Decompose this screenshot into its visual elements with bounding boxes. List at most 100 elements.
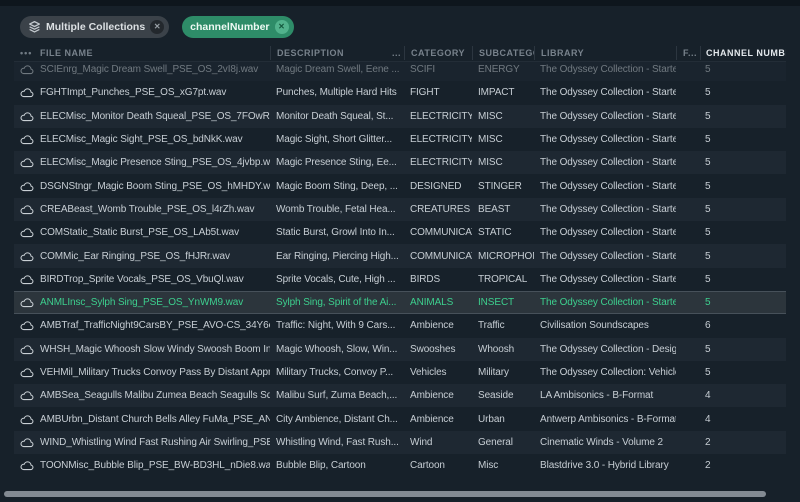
cloud-icon[interactable] [20,227,40,238]
cell-file-name: WIND_Whistling Wind Fast Rushing Air Swi… [40,431,270,454]
cell-category: COMMUNICATI... [404,221,472,244]
cell-description: Malibu Surf, Zuma Beach,... [270,384,404,407]
cell-file-name: WHSH_Magic Whoosh Slow Windy Swoosh Boom… [40,338,270,361]
filter-chip-label: Multiple Collections [46,21,145,33]
cloud-icon[interactable] [20,320,40,331]
cell-library: The Odyssey Collection - Starter [534,81,676,104]
table-row[interactable]: ELECMisc_Magic Presence Sting_PSE_OS_4jv… [14,151,786,174]
cloud-icon[interactable] [20,344,40,355]
cell-subcategory: General [472,431,534,454]
column-header-file-name[interactable]: FILE NAME [40,46,270,60]
cell-category: COMMUNICATI... [404,245,472,268]
table-row[interactable]: COMStatic_Static Burst_PSE_OS_LAb5t.wav … [14,221,786,244]
cell-channel-number: 4 [700,384,786,407]
table-row[interactable]: AMBSea_Seagulls Malibu Zumea Beach Seagu… [14,384,786,407]
column-header-library[interactable]: LIBRARY [534,46,676,60]
cloud-icon[interactable] [20,414,40,425]
column-header-description-label: DESCRIPTION [277,46,344,60]
table-row[interactable]: BIRDTrop_Sprite Vocals_PSE_OS_VbuQl.wav … [14,268,786,291]
cell-subcategory: MISC [472,128,534,151]
column-header-subcategory[interactable]: SUBCATEGORY [472,46,534,60]
cell-category: FIGHT [404,81,472,104]
layers-icon [28,20,41,33]
cell-channel-number: 5 [700,198,786,221]
cell-category: Vehicles [404,361,472,384]
table-row[interactable]: DSGNStngr_Magic Boom Sting_PSE_OS_hMHDY.… [14,174,786,197]
table-row[interactable]: AMBUrbn_Distant Church Bells Alley FuMa_… [14,407,786,430]
table-row[interactable]: ELECMisc_Monitor Death Squeal_PSE_OS_7FO… [14,105,786,128]
cloud-icon[interactable] [20,111,40,122]
cell-library: The Odyssey Collection - Starter [534,291,676,314]
column-header-description[interactable]: DESCRIPTION ... [270,46,404,60]
table-row[interactable]: CREABeast_Womb Trouble_PSE_OS_l4rZh.wav … [14,198,786,221]
cell-subcategory: MICROPHONE [472,245,534,268]
cloud-icon[interactable] [20,251,40,262]
table-row[interactable]: WHSH_Magic Whoosh Slow Windy Swoosh Boom… [14,338,786,361]
cloud-icon[interactable] [20,157,40,168]
horizontal-scrollbar[interactable] [0,490,800,498]
column-header-category[interactable]: CATEGORY [404,46,472,60]
cell-library: The Odyssey Collection - Starter [534,245,676,268]
cell-library: Blastdrive 3.0 - Hybrid Library [534,454,676,477]
cell-file-name: ELECMisc_Magic Sight_PSE_OS_bdNkK.wav [40,128,270,151]
column-header-channel-number[interactable]: CHANNEL NUMBER [700,46,786,60]
table-row[interactable]: WIND_Whistling Wind Fast Rushing Air Swi… [14,431,786,454]
table-row[interactable]: ANMLInsc_Sylph Sing_PSE_OS_YnWM9.wav Syl… [14,291,786,314]
filter-chip-multiple-collections[interactable]: Multiple Collections ✕ [20,16,169,38]
table-row[interactable]: COMMic_Ear Ringing_PSE_OS_fHJRr.wav Ear … [14,244,786,267]
cloud-icon[interactable] [20,390,40,401]
cloud-icon[interactable] [20,367,40,378]
cell-subcategory: BEAST [472,198,534,221]
cell-library: LA Ambisonics - B-Format [534,384,676,407]
cell-description: Sprite Vocals, Cute, High ... [270,268,404,291]
cloud-icon[interactable] [20,297,40,308]
file-list: SCIEnrg_Magic Dream Swell_PSE_OS_2vI8j.w… [14,58,786,477]
remove-filter-icon[interactable]: ✕ [150,20,164,34]
scrollbar-thumb[interactable] [4,491,766,497]
cloud-icon[interactable] [20,64,40,75]
cell-channel-number: 5 [700,151,786,174]
table-row[interactable]: VEHMil_Military Trucks Convoy Pass By Di… [14,361,786,384]
column-menu-icon[interactable]: ••• [20,46,40,60]
cloud-icon[interactable] [20,181,40,192]
cell-description: Static Burst, Growl Into In... [270,221,404,244]
cell-subcategory: Traffic [472,314,534,337]
cell-channel-number: 5 [700,338,786,361]
cell-library: The Odyssey Collection - Starter [534,221,676,244]
cell-file-name: ANMLInsc_Sylph Sing_PSE_OS_YnWM9.wav [40,291,270,314]
cell-category: CREATURES [404,198,472,221]
cell-file-name: ELECMisc_Monitor Death Squeal_PSE_OS_7FO… [40,105,270,128]
cell-category: ELECTRICITY [404,105,472,128]
column-header-format-truncated[interactable]: F... [676,46,700,60]
cell-description: Ear Ringing, Piercing High... [270,245,404,268]
cell-description: Womb Trouble, Fetal Hea... [270,198,404,221]
cell-library: The Odyssey Collection - Starter [534,268,676,291]
cell-description: Magic Presence Sting, Ee... [270,151,404,174]
cell-library: The Odyssey Collection: Vehicles [534,361,676,384]
cell-library: The Odyssey Collection - Starter [534,175,676,198]
cloud-icon[interactable] [20,274,40,285]
cloud-icon[interactable] [20,460,40,471]
cell-channel-number: 5 [700,268,786,291]
cell-file-name: VEHMil_Military Trucks Convoy Pass By Di… [40,361,270,384]
table-row[interactable]: FGHTImpt_Punches_PSE_OS_xG7pt.wav Punche… [14,81,786,104]
table-row[interactable]: ELECMisc_Magic Sight_PSE_OS_bdNkK.wav Ma… [14,128,786,151]
cell-channel-number: 5 [700,361,786,384]
cell-library: The Odyssey Collection - Starter [534,198,676,221]
cell-file-name: AMBUrbn_Distant Church Bells Alley FuMa_… [40,408,270,431]
cloud-icon[interactable] [20,134,40,145]
cloud-icon[interactable] [20,437,40,448]
filter-chip-channel-number[interactable]: channelNumber ✕ [182,16,293,38]
cloud-icon[interactable] [20,204,40,215]
cell-file-name: CREABeast_Womb Trouble_PSE_OS_l4rZh.wav [40,198,270,221]
cell-description: Monitor Death Squeal, St... [270,105,404,128]
cell-channel-number: 5 [700,221,786,244]
table-row[interactable]: TOONMisc_Bubble Blip_PSE_BW-BD3HL_nDie8.… [14,454,786,477]
table-row[interactable]: AMBTraf_TrafficNight9CarsBY_PSE_AVO-CS_3… [14,314,786,337]
cell-library: Cinematic Winds - Volume 2 [534,431,676,454]
remove-filter-icon[interactable]: ✕ [275,20,289,34]
cell-category: Swooshes [404,338,472,361]
cloud-icon[interactable] [20,87,40,98]
cell-category: ANIMALS [404,291,472,314]
cell-file-name: COMMic_Ear Ringing_PSE_OS_fHJRr.wav [40,245,270,268]
